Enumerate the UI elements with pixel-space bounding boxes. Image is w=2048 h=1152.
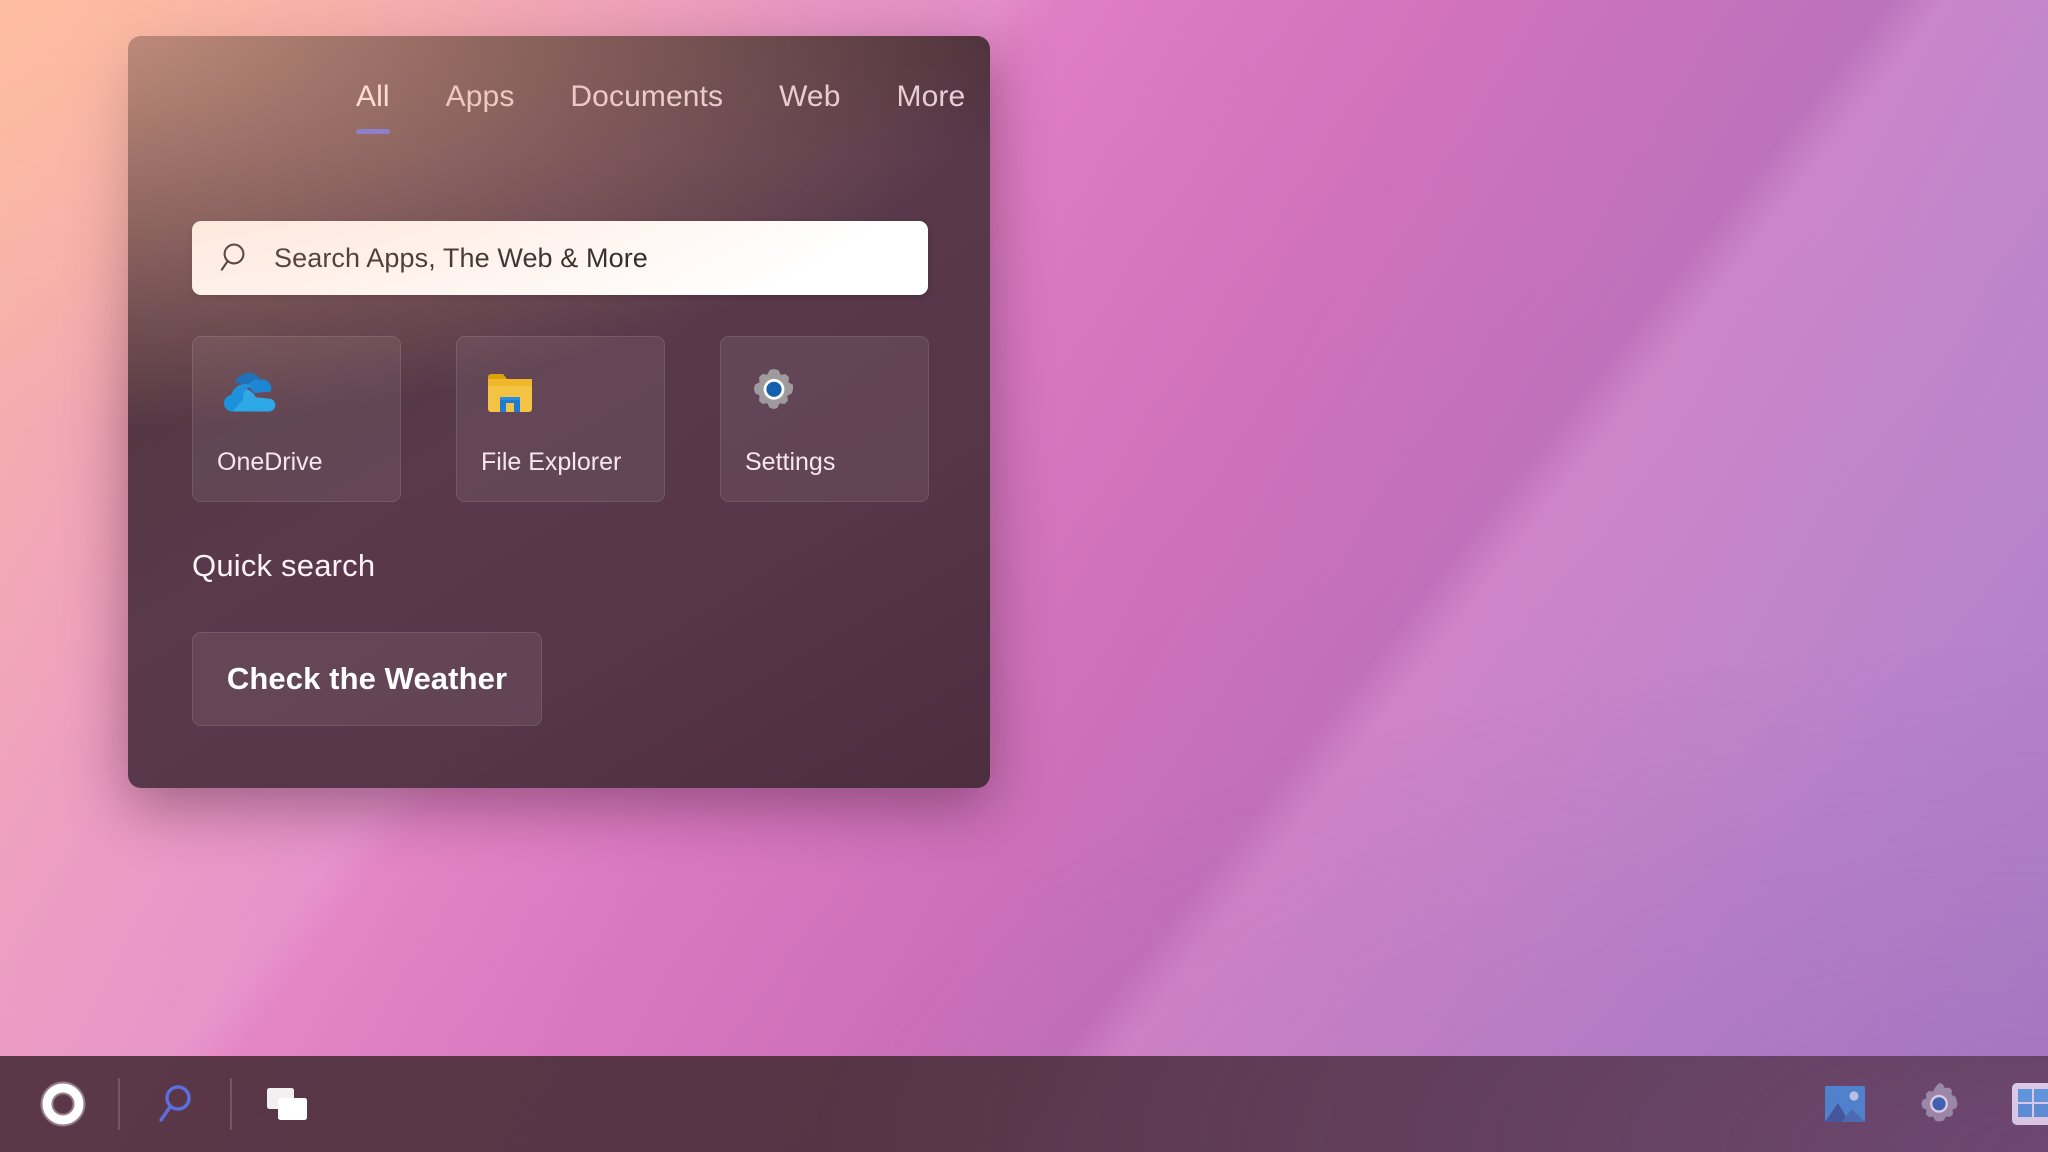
taskbar-divider bbox=[118, 1078, 120, 1130]
app-tiles-row: OneDrive File Explorer Settings bbox=[192, 336, 929, 502]
taskbar-right-group bbox=[1798, 1056, 2048, 1152]
search-input[interactable]: Search Apps, The Web & More bbox=[192, 221, 928, 295]
onedrive-icon bbox=[224, 372, 276, 412]
taskbar bbox=[0, 1056, 2048, 1152]
tile-onedrive[interactable]: OneDrive bbox=[192, 336, 401, 502]
taskbar-left-group bbox=[0, 1056, 334, 1152]
tab-apps[interactable]: Apps bbox=[446, 82, 515, 154]
tab-more[interactable]: More bbox=[897, 82, 966, 154]
tab-all[interactable]: All bbox=[356, 82, 390, 154]
tile-settings-label: Settings bbox=[745, 448, 836, 476]
taskbar-start-button[interactable] bbox=[26, 1067, 100, 1141]
taskbar-store-button[interactable] bbox=[1996, 1067, 2048, 1141]
tile-file-explorer-label: File Explorer bbox=[481, 448, 622, 476]
tile-settings[interactable]: Settings bbox=[720, 336, 929, 502]
tile-onedrive-label: OneDrive bbox=[217, 448, 323, 476]
task-view-icon bbox=[267, 1088, 307, 1120]
search-placeholder-text: Search Apps, The Web & More bbox=[274, 242, 648, 273]
start-ring-icon bbox=[40, 1081, 86, 1127]
search-magnifier-icon bbox=[159, 1085, 191, 1122]
tab-web[interactable]: Web bbox=[779, 82, 840, 154]
quick-search-heading: Quick search bbox=[192, 548, 376, 583]
file-explorer-icon bbox=[488, 374, 532, 412]
taskbar-settings-button[interactable] bbox=[1902, 1067, 1976, 1141]
photos-icon bbox=[1825, 1086, 1865, 1122]
settings-gear-icon bbox=[753, 369, 793, 409]
taskbar-divider bbox=[230, 1078, 232, 1130]
tile-file-explorer[interactable]: File Explorer bbox=[456, 336, 665, 502]
desktop-wallpaper: All Apps Documents Web More Search Apps,… bbox=[0, 0, 2048, 1152]
tab-documents[interactable]: Documents bbox=[570, 82, 723, 154]
tab-bar: All Apps Documents Web More bbox=[128, 36, 990, 154]
store-icon bbox=[2012, 1083, 2048, 1125]
check-the-weather-button[interactable]: Check the Weather bbox=[192, 632, 542, 726]
taskbar-photos-button[interactable] bbox=[1808, 1067, 1882, 1141]
search-panel: All Apps Documents Web More Search Apps,… bbox=[128, 36, 990, 788]
taskbar-search-button[interactable] bbox=[138, 1067, 212, 1141]
taskbar-task-view-button[interactable] bbox=[250, 1067, 324, 1141]
check-the-weather-label: Check the Weather bbox=[226, 661, 508, 696]
search-icon bbox=[220, 243, 245, 271]
settings-gear-icon bbox=[1921, 1083, 1958, 1122]
